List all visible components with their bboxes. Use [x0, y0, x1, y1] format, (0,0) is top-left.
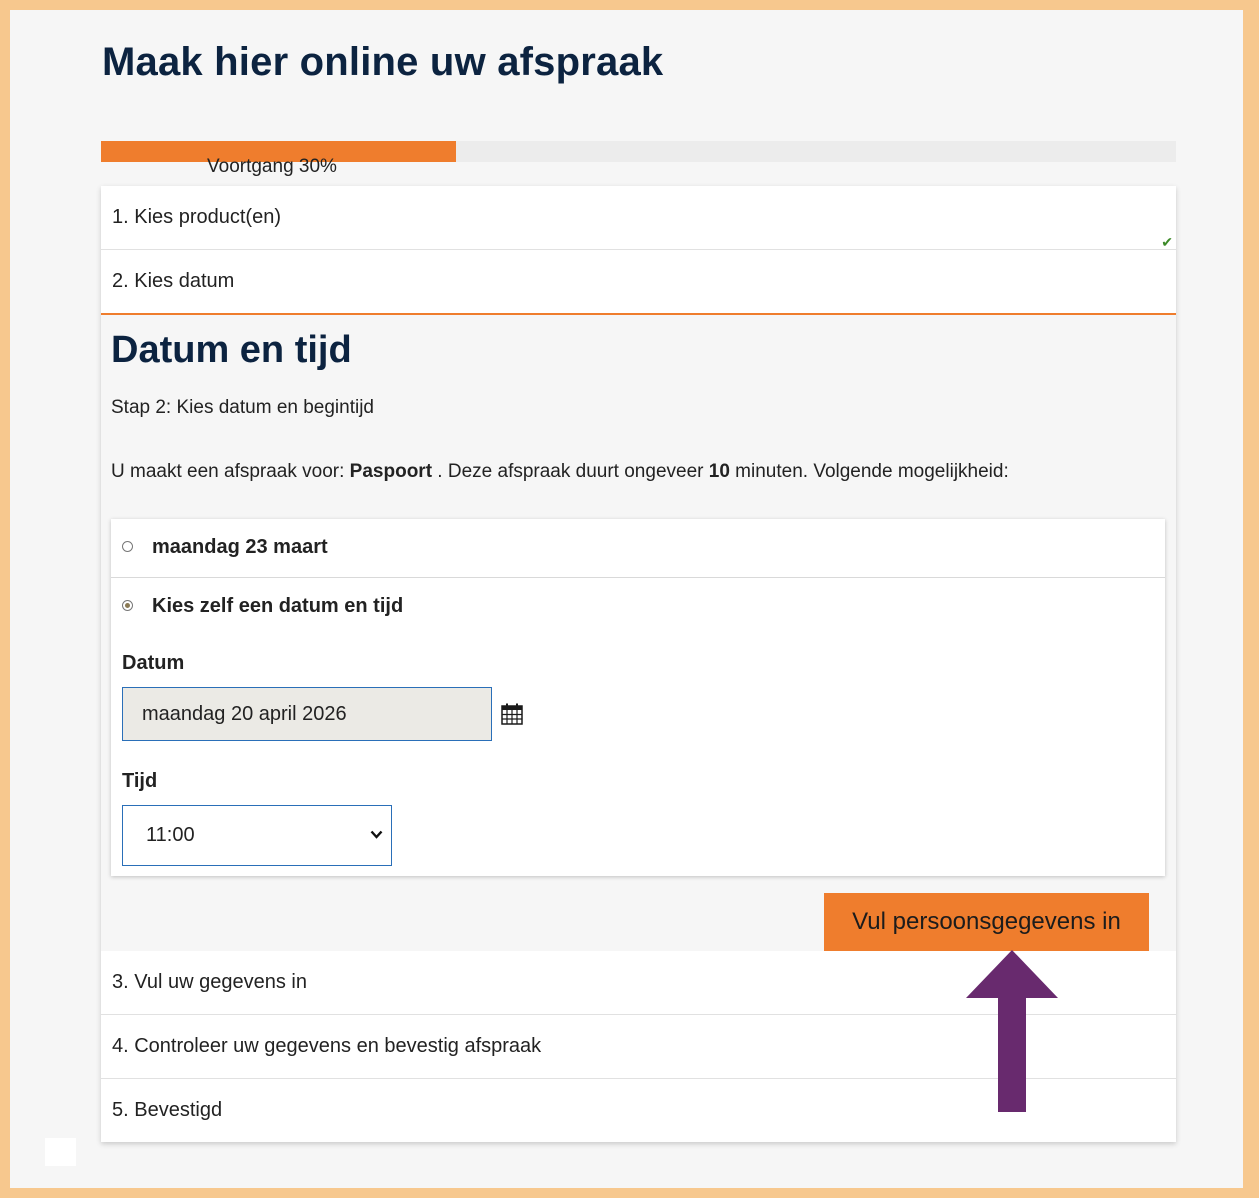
option-label: maandag 23 maart: [152, 536, 328, 558]
chevron-down-icon: [370, 830, 383, 839]
step-label: 2. Kies datum: [112, 270, 235, 292]
calendar-icon[interactable]: [501, 703, 523, 725]
step-label: 4. Controleer uw gegevens en bevestig af…: [112, 1035, 542, 1057]
product-name: Paspoort: [349, 461, 433, 482]
next-step-button[interactable]: Vul persoonsgegevens in: [824, 893, 1149, 951]
step-label: 3. Vul uw gegevens in: [112, 971, 307, 993]
time-label: Tijd: [122, 770, 158, 792]
time-value: 11:00: [146, 824, 195, 846]
date-label: Datum: [122, 652, 185, 674]
check-icon: ✔: [1161, 234, 1173, 250]
option-next-available[interactable]: maandag 23 maart: [111, 519, 1165, 578]
step-2-panel: Datum en tijd Stap 2: Kies datum en begi…: [101, 315, 1176, 951]
info-prefix: U maakt een afspraak voor:: [111, 461, 350, 482]
step-label: 1. Kies product(en): [112, 206, 281, 228]
page-title: Maak hier online uw afspraak: [102, 40, 664, 84]
time-select[interactable]: 11:00: [122, 805, 392, 866]
corner-patch: [45, 1138, 76, 1166]
progress-label: Voortgang 30%: [207, 156, 337, 177]
appointment-page: Maak hier online uw afspraak Voortgang 3…: [10, 10, 1243, 1188]
appointment-info: U maakt een afspraak voor: Paspoort . De…: [111, 461, 1009, 483]
step-label: 5. Bevestigd: [112, 1099, 223, 1121]
step-1[interactable]: 1. Kies product(en) ✔: [101, 186, 1176, 250]
step-subtitle: Stap 2: Kies datum en begintijd: [111, 397, 375, 418]
date-options-card: maandag 23 maart Kies zelf een datum en …: [111, 519, 1165, 876]
info-middle: . Deze afspraak duurt ongeveer: [432, 461, 709, 482]
step-2[interactable]: 2. Kies datum: [101, 250, 1176, 315]
radio-next-available[interactable]: [122, 541, 133, 552]
section-heading: Datum en tijd: [111, 329, 352, 371]
duration-value: 10: [708, 461, 730, 482]
option-label: Kies zelf een datum en tijd: [152, 595, 404, 617]
arrow-up-icon: [966, 950, 1058, 1112]
date-field[interactable]: maandag 20 april 2026: [122, 687, 492, 741]
info-suffix: minuten. Volgende mogelijkheid:: [729, 461, 1009, 482]
radio-choose-own[interactable]: [122, 600, 133, 611]
